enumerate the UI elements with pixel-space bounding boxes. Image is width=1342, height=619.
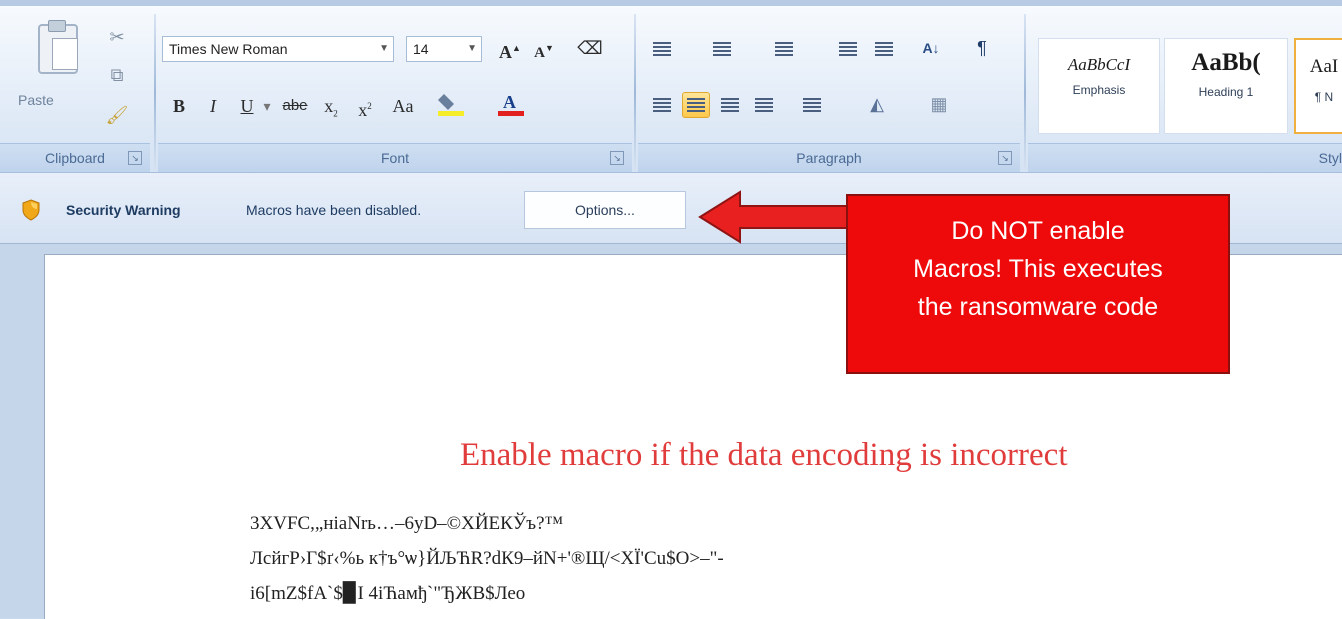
security-warning-title: Security Warning [66, 202, 181, 218]
shield-icon [22, 199, 40, 221]
strikethrough-button[interactable]: abe [278, 92, 312, 120]
grow-font-button[interactable]: A▲ [496, 34, 524, 62]
styles-group: AaBbCcI Emphasis AaBb( Heading 1 AaI ¶ N… [1028, 12, 1342, 172]
paragraph-group: A↓ ¶ ◭ ▦ Paragraph ↘ [638, 12, 1020, 172]
font-group-label: Font ↘ [158, 143, 632, 172]
align-right-button[interactable] [716, 92, 744, 118]
paste-label[interactable]: Paste [18, 92, 54, 108]
font-size-combo[interactable]: 14 ▼ [406, 36, 482, 62]
clipboard-group: Paste ✂ ⧉ 🖌 Clipboard ↘ [0, 12, 150, 172]
svg-text:A: A [503, 92, 516, 112]
garbled-text-line: i6[mZ$fA`$▉I 4іЋамђ`"ЂЖВ$Лео [250, 583, 526, 604]
garbled-text-line: ЛсйгР›Г$ґ‹%ь к†ъ°ѡ}ЙЉЋR?dК9–йN+'®Щ/<ХЇ'С… [250, 548, 724, 569]
font-group: Times New Roman ▼ 14 ▼ A▲ A▼ ⌫ B I U ▾ abe… [158, 12, 632, 172]
red-arrow-icon [698, 190, 856, 244]
paragraph-group-label: Paragraph ↘ [638, 143, 1020, 172]
clear-formatting-icon[interactable]: ⌫ [574, 34, 606, 62]
styles-group-label: Styl [1028, 143, 1342, 172]
format-painter-icon[interactable]: 🖌 [104, 104, 130, 126]
bullets-button[interactable] [648, 36, 676, 62]
options-button[interactable]: Options... [524, 191, 686, 229]
paste-icon[interactable] [30, 20, 88, 80]
style-normal[interactable]: AaI ¶ N [1294, 38, 1342, 134]
underline-dropdown-icon[interactable]: ▾ [260, 92, 274, 120]
security-warning-message: Macros have been disabled. [246, 202, 422, 218]
change-case-button[interactable]: Aa [386, 92, 420, 120]
font-color-icon[interactable]: A [494, 90, 528, 118]
decrease-indent-button[interactable] [834, 36, 862, 62]
borders-icon[interactable]: ▦ [922, 90, 956, 118]
align-center-button[interactable] [682, 92, 710, 118]
separator [634, 14, 636, 174]
font-launcher-icon[interactable]: ↘ [610, 151, 624, 165]
sort-icon[interactable]: A↓ [914, 34, 948, 62]
callout-line: Do NOT enable [951, 217, 1125, 245]
font-name-combo[interactable]: Times New Roman ▼ [162, 36, 394, 62]
cut-icon[interactable]: ✂ [104, 26, 130, 48]
highlight-icon[interactable] [434, 90, 468, 118]
increase-indent-button[interactable] [870, 36, 898, 62]
bold-button[interactable]: B [168, 92, 190, 120]
underline-button[interactable]: U [236, 92, 258, 120]
shrink-font-button[interactable]: A▼ [530, 34, 558, 62]
show-formatting-button[interactable]: ¶ [968, 34, 996, 62]
callout-line: the ransomware code [917, 293, 1159, 321]
document-heading: Enable macro if the data encoding is inc… [460, 437, 1068, 473]
separator [154, 14, 156, 174]
separator [1024, 14, 1026, 174]
callout-line: Macros! This executes [913, 255, 1163, 283]
superscript-button[interactable]: x2 [352, 92, 378, 120]
warning-callout: Do NOT enable Macros! This executes the … [846, 194, 1230, 374]
style-heading-1[interactable]: AaBb( Heading 1 [1164, 38, 1288, 134]
copy-icon[interactable]: ⧉ [104, 64, 130, 86]
clipboard-launcher-icon[interactable]: ↘ [128, 151, 142, 165]
line-spacing-button[interactable] [798, 92, 826, 118]
numbering-button[interactable] [708, 36, 736, 62]
justify-button[interactable] [750, 92, 778, 118]
paragraph-launcher-icon[interactable]: ↘ [998, 151, 1012, 165]
style-emphasis[interactable]: AaBbCcI Emphasis [1038, 38, 1160, 134]
multilevel-list-button[interactable] [770, 36, 798, 62]
italic-button[interactable]: I [202, 92, 224, 120]
clipboard-group-label: Clipboard ↘ [0, 143, 150, 172]
subscript-button[interactable]: x2 [318, 92, 344, 120]
shading-icon[interactable]: ◭ [860, 90, 894, 118]
ribbon: Paste ✂ ⧉ 🖌 Clipboard ↘ Times New Roman ▼… [0, 0, 1342, 174]
align-left-button[interactable] [648, 92, 676, 118]
garbled-text-line: 3XVFC,„ніaNrь…–6yD–©XЙЕКЎъ?™ [250, 513, 564, 534]
